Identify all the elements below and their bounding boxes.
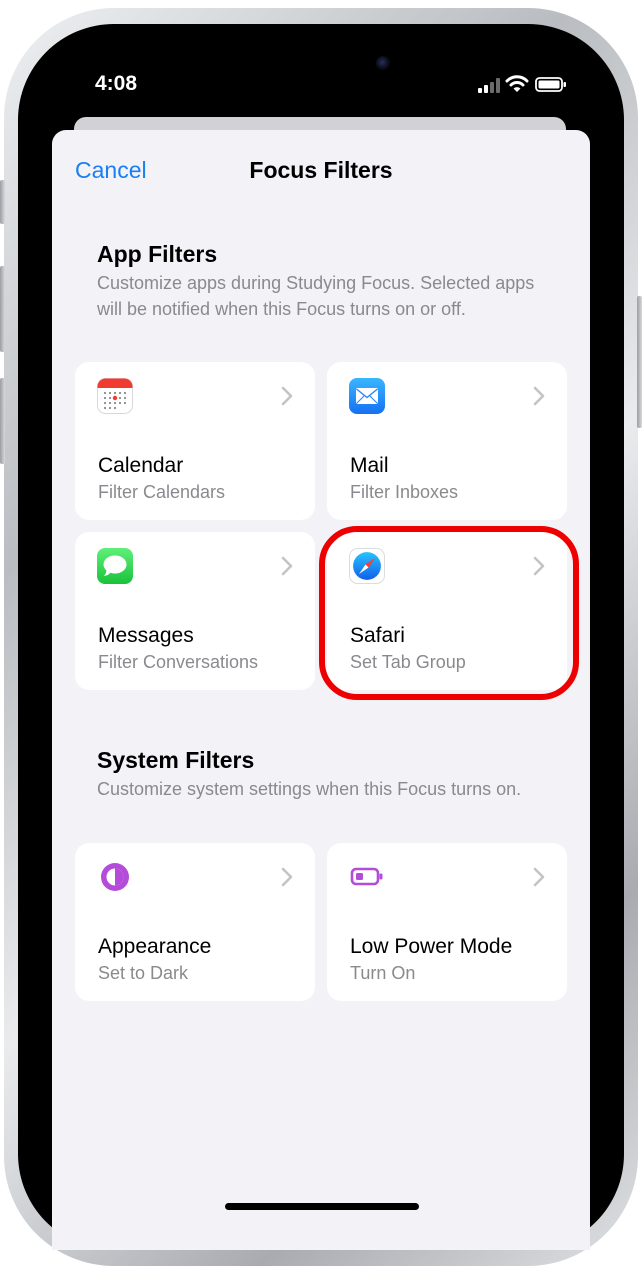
chevron-right-icon: [533, 386, 545, 406]
filter-subtitle: Set Tab Group: [350, 652, 466, 672]
filter-name: Low Power Mode: [350, 935, 513, 958]
calendar-icon: [97, 378, 133, 414]
filter-name: Messages: [98, 624, 194, 647]
filter-name: Mail: [350, 454, 389, 477]
battery-status-icon: [535, 77, 566, 92]
volume-down-button: [0, 378, 5, 464]
filter-subtitle: Turn On: [350, 963, 416, 983]
safari-icon: [349, 548, 385, 584]
messages-icon: [97, 548, 133, 584]
status-time: 4:08: [95, 72, 138, 95]
power-button: [637, 296, 642, 428]
chevron-right-icon: [533, 867, 545, 887]
wifi-icon: [505, 75, 529, 92]
volume-up-button: [0, 266, 5, 352]
safari-filter-card[interactable]: Safari Set Tab Group: [327, 532, 567, 690]
mail-filter-card[interactable]: Mail Filter Inboxes: [327, 362, 567, 520]
app-filters-heading: App Filters: [97, 241, 218, 267]
filter-subtitle: Filter Conversations: [98, 652, 259, 672]
system-filters-description: Customize system settings when this Focu…: [97, 779, 522, 799]
low-power-mode-filter-card[interactable]: Low Power Mode Turn On: [327, 843, 567, 1001]
filter-subtitle: Filter Calendars: [98, 482, 226, 502]
system-filters-heading: System Filters: [97, 747, 255, 773]
cellular-signal-icon: [478, 78, 500, 93]
calendar-filter-card[interactable]: Calendar Filter Calendars: [75, 362, 315, 520]
filter-name: Safari: [350, 624, 405, 647]
chevron-right-icon: [281, 386, 293, 406]
appearance-icon: [101, 863, 129, 891]
mute-switch: [0, 180, 5, 224]
filter-name: Calendar: [98, 454, 184, 477]
home-indicator[interactable]: [225, 1203, 419, 1210]
chevron-right-icon: [533, 556, 545, 576]
app-filters-description: Customize apps during Studying Focus. Se…: [97, 273, 535, 319]
chevron-right-icon: [281, 556, 293, 576]
filter-subtitle: Filter Inboxes: [350, 482, 459, 502]
filter-name: Appearance: [98, 935, 212, 958]
filter-subtitle: Set to Dark: [98, 963, 189, 983]
appearance-filter-card[interactable]: Appearance Set to Dark: [75, 843, 315, 1001]
front-camera: [376, 56, 390, 70]
battery-icon: [350, 867, 383, 886]
mail-icon: [349, 378, 385, 414]
cancel-button[interactable]: Cancel: [75, 157, 147, 184]
messages-filter-card[interactable]: Messages Filter Conversations: [75, 532, 315, 690]
chevron-right-icon: [281, 867, 293, 887]
